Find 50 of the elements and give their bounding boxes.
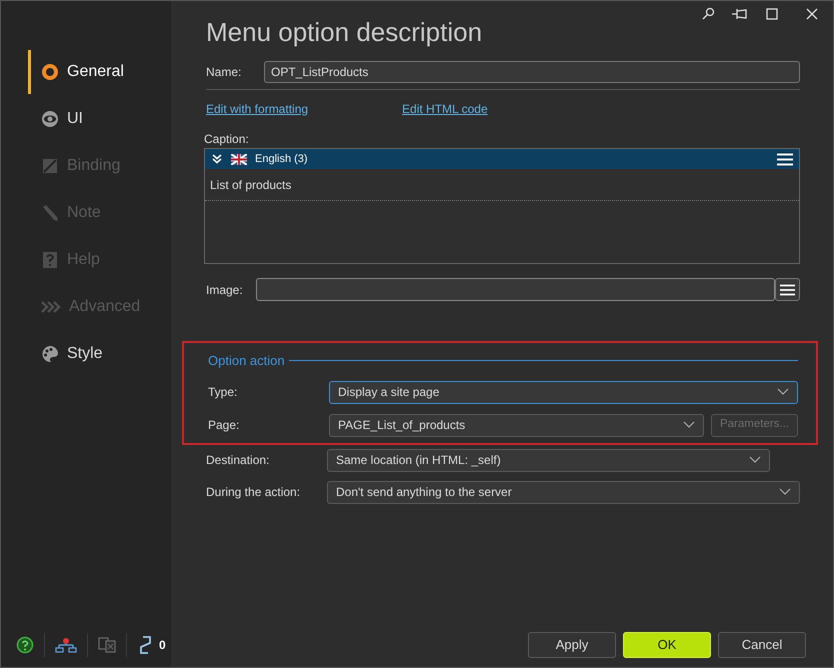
menu-icon[interactable]: [777, 152, 793, 166]
field-label: Type:: [208, 384, 238, 401]
dropdown-caret-icon: [779, 488, 791, 496]
maximize-icon[interactable]: [765, 7, 779, 21]
sidebar-item[interactable]: UI: [67, 107, 83, 131]
ring-icon: [41, 63, 59, 81]
hierarchy-icon[interactable]: [55, 637, 77, 653]
link-icon[interactable]: [137, 635, 153, 655]
dialog-button[interactable]: Cancel: [718, 632, 806, 658]
name-field[interactable]: OPT_ListProducts: [264, 61, 800, 83]
dialog-button[interactable]: Apply: [528, 632, 616, 658]
sidebar-item[interactable]: General: [67, 60, 124, 84]
dropdown[interactable]: Display a site page: [329, 380, 798, 404]
link[interactable]: Edit with formatting: [206, 100, 308, 118]
pin-icon[interactable]: [731, 7, 749, 21]
link-count: 0: [159, 637, 166, 654]
dialog-button[interactable]: OK: [623, 632, 711, 658]
search-icon[interactable]: [701, 7, 715, 21]
caption-text[interactable]: List of products: [210, 176, 292, 194]
dropdown-caret-icon: [683, 421, 695, 429]
section-title: Option action: [208, 352, 285, 370]
sidebar-item[interactable]: Style: [67, 342, 103, 366]
field-label: Caption:: [204, 131, 250, 148]
help-icon[interactable]: [16, 636, 34, 654]
link[interactable]: Edit HTML code: [402, 100, 488, 118]
close-icon[interactable]: [805, 7, 819, 21]
question-icon: [41, 251, 59, 269]
window-title: Menu option description: [206, 16, 484, 49]
field-label: During the action:: [206, 484, 302, 501]
dropdown[interactable]: PAGE_List_of_products: [329, 414, 704, 436]
image-icon: [41, 157, 59, 175]
field-label: Page:: [208, 417, 240, 434]
dropdown[interactable]: Don't send anything to the server: [327, 480, 800, 504]
field-label: Destination:: [206, 452, 270, 469]
eye-icon: [41, 110, 59, 128]
menu-button[interactable]: [775, 278, 800, 301]
dropdown[interactable]: Same location (in HTML: _self): [327, 448, 770, 472]
pencil-icon: [41, 204, 59, 222]
field-label: Image:: [206, 282, 244, 298]
image-field[interactable]: [256, 278, 775, 301]
palette-icon: [41, 345, 59, 363]
field-label: Name:: [206, 64, 242, 81]
language-label: English (3): [255, 152, 308, 167]
flag-icon: [231, 154, 247, 164]
dropdown-caret-icon: [777, 388, 789, 396]
translate-icon[interactable]: [98, 636, 116, 654]
expand-chevron-icon[interactable]: [211, 154, 223, 164]
chevrons-icon: [41, 299, 61, 315]
menu-icon: [780, 284, 795, 296]
dropdown-caret-icon: [749, 456, 761, 464]
